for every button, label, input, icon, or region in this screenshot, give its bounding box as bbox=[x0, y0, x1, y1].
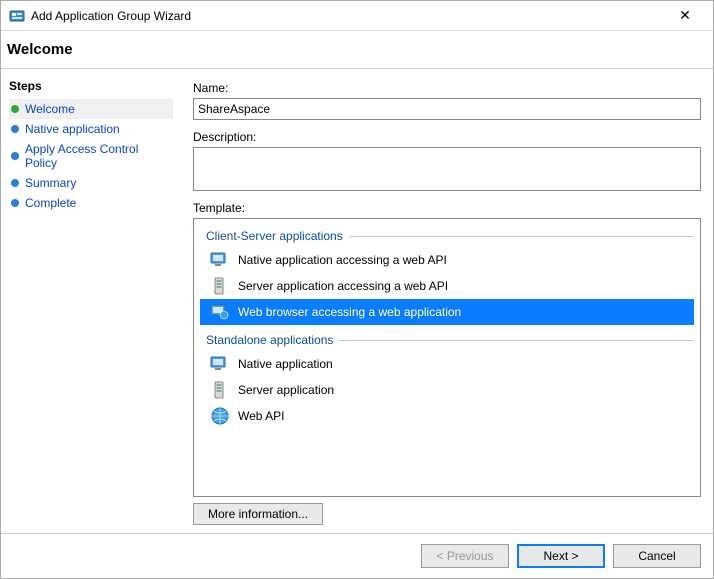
step-summary[interactable]: Summary bbox=[9, 173, 173, 193]
close-button[interactable]: ✕ bbox=[665, 7, 705, 24]
step-link[interactable]: Welcome bbox=[25, 102, 75, 116]
app-icon bbox=[9, 8, 25, 24]
titlebar: Add Application Group Wizard ✕ bbox=[1, 1, 713, 31]
next-button[interactable]: Next > bbox=[517, 544, 605, 568]
more-information-button[interactable]: More information... bbox=[193, 503, 323, 525]
browser-icon bbox=[210, 302, 230, 322]
server-icon bbox=[210, 276, 230, 296]
template-list: Client-Server applications Native applic… bbox=[193, 218, 701, 497]
template-native-app-web-api[interactable]: Native application accessing a web API bbox=[200, 247, 694, 273]
wizard-footer: < Previous Next > Cancel bbox=[1, 533, 713, 578]
wizard-window: Add Application Group Wizard ✕ Welcome S… bbox=[0, 0, 714, 579]
wizard-body: Steps Welcome Native application Apply A… bbox=[1, 69, 713, 533]
main-panel: Name: Description: Template: Client-Serv… bbox=[181, 69, 713, 533]
template-label: Web browser accessing a web application bbox=[238, 305, 461, 319]
description-label: Description: bbox=[193, 130, 701, 144]
steps-sidebar: Steps Welcome Native application Apply A… bbox=[1, 69, 181, 533]
name-label: Name: bbox=[193, 81, 701, 95]
steps-list: Welcome Native application Apply Access … bbox=[9, 99, 173, 213]
step-link[interactable]: Summary bbox=[25, 176, 76, 190]
step-dot-icon bbox=[11, 105, 19, 113]
template-label: Native application bbox=[238, 357, 333, 371]
group-divider bbox=[349, 236, 694, 237]
description-input[interactable] bbox=[193, 147, 701, 191]
monitor-icon bbox=[210, 250, 230, 270]
template-server-app-web-api[interactable]: Server application accessing a web API bbox=[200, 273, 694, 299]
server-icon bbox=[210, 380, 230, 400]
group-divider bbox=[339, 340, 694, 341]
globe-icon bbox=[210, 406, 230, 426]
template-group-client-server: Client-Server applications bbox=[206, 229, 694, 243]
step-welcome[interactable]: Welcome bbox=[9, 99, 173, 119]
step-dot-icon bbox=[11, 152, 19, 160]
steps-heading: Steps bbox=[9, 79, 173, 93]
step-native-application[interactable]: Native application bbox=[9, 119, 173, 139]
cancel-button[interactable]: Cancel bbox=[613, 544, 701, 568]
previous-button: < Previous bbox=[421, 544, 509, 568]
template-server-application[interactable]: Server application bbox=[200, 377, 694, 403]
template-label: Server application bbox=[238, 383, 334, 397]
step-link[interactable]: Native application bbox=[25, 122, 120, 136]
window-title: Add Application Group Wizard bbox=[31, 9, 665, 23]
template-web-api[interactable]: Web API bbox=[200, 403, 694, 429]
template-label: Server application accessing a web API bbox=[238, 279, 448, 293]
step-apply-access-control-policy[interactable]: Apply Access Control Policy bbox=[9, 139, 173, 173]
step-dot-icon bbox=[11, 179, 19, 187]
step-complete[interactable]: Complete bbox=[9, 193, 173, 213]
group-title-label: Standalone applications bbox=[206, 333, 333, 347]
template-group-standalone: Standalone applications bbox=[206, 333, 694, 347]
template-label: Template: bbox=[193, 201, 701, 215]
template-native-application[interactable]: Native application bbox=[200, 351, 694, 377]
step-dot-icon bbox=[11, 125, 19, 133]
template-web-browser-web-app[interactable]: Web browser accessing a web application bbox=[200, 299, 694, 325]
page-header: Welcome bbox=[1, 31, 713, 69]
template-label: Native application accessing a web API bbox=[238, 253, 447, 267]
monitor-icon bbox=[210, 354, 230, 374]
step-link[interactable]: Apply Access Control Policy bbox=[25, 142, 171, 170]
group-title-label: Client-Server applications bbox=[206, 229, 343, 243]
step-dot-icon bbox=[11, 199, 19, 207]
name-input[interactable] bbox=[193, 98, 701, 120]
step-link[interactable]: Complete bbox=[25, 196, 76, 210]
template-label: Web API bbox=[238, 409, 284, 423]
